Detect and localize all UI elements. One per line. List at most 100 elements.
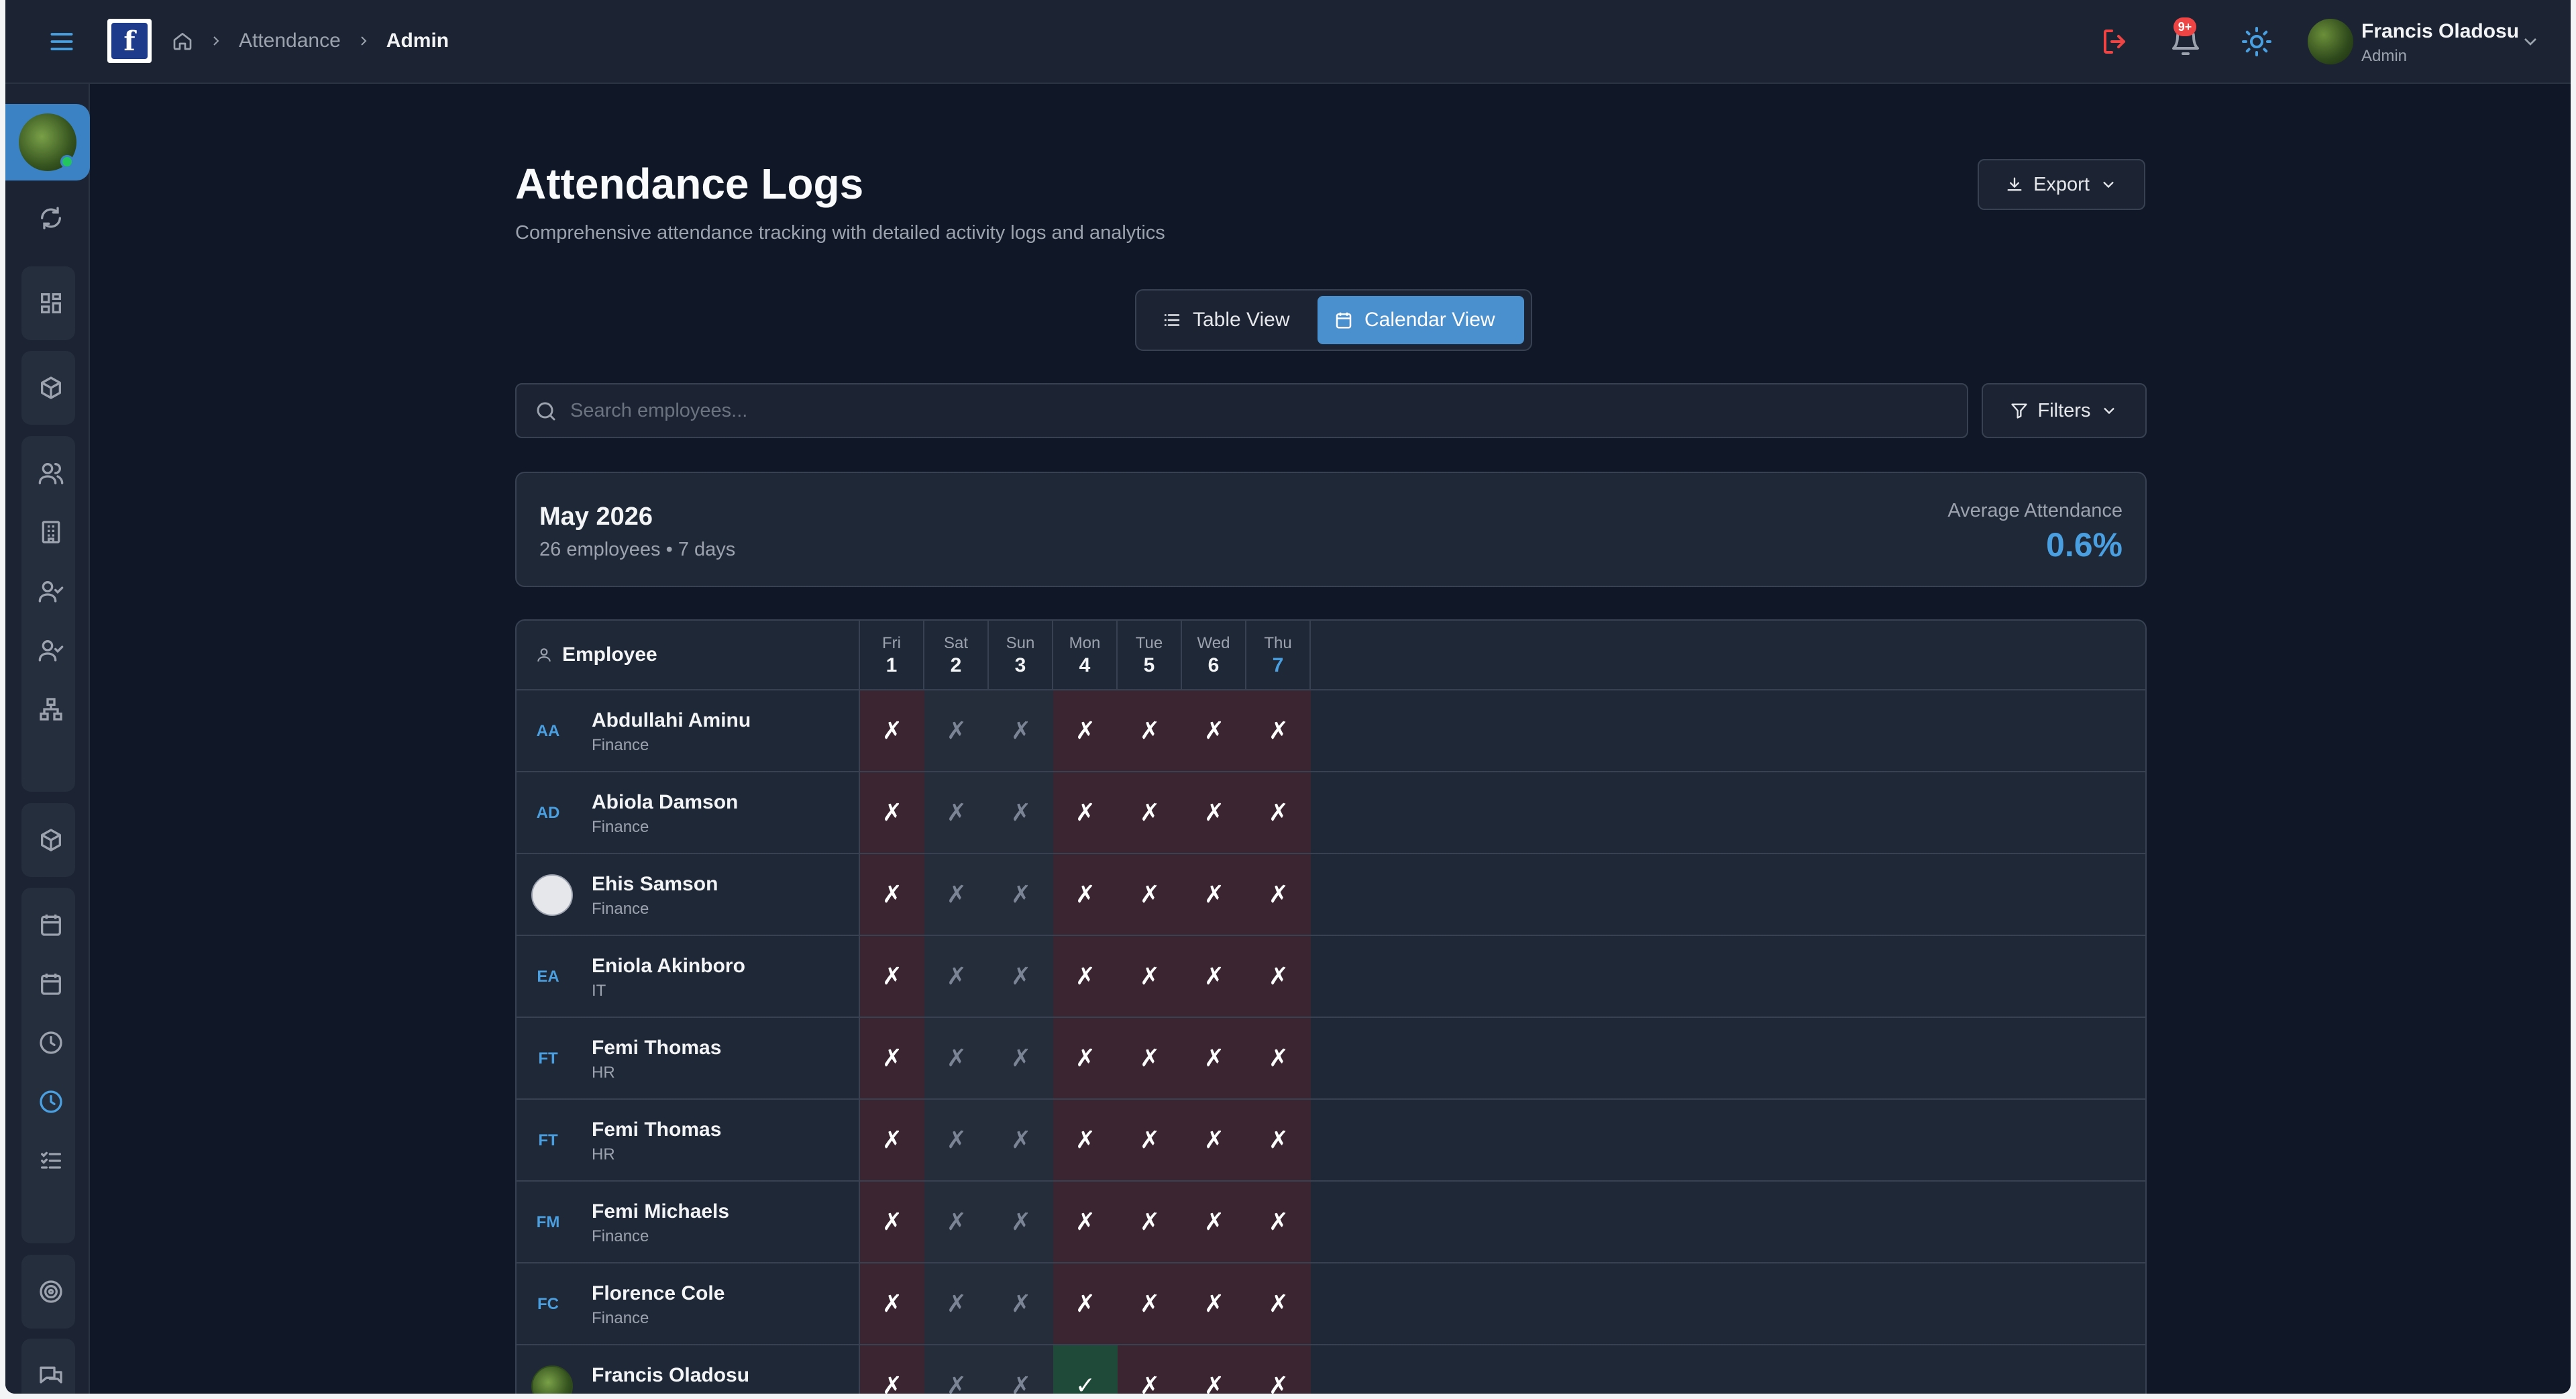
employee-name[interactable]: Femi Thomas [592,1037,721,1059]
app-logo[interactable]: f [107,19,152,63]
day-header[interactable]: Fri 1 [860,621,924,690]
attendance-cell-absent[interactable]: ✗ [1118,1182,1182,1262]
attendance-cell-absent[interactable]: ✗ [860,1182,924,1262]
attendance-cell-absent[interactable]: ✗ [1053,854,1118,935]
attendance-cell-absent[interactable]: ✗ [1053,1100,1118,1180]
breadcrumb-attendance[interactable]: Attendance [239,30,341,52]
attendance-cell-weekend[interactable]: ✗ [989,854,1053,935]
attendance-cell-absent[interactable]: ✗ [860,1018,924,1098]
table-row[interactable]: FC Florence Cole Finance ✗ ✗ ✗ ✗ ✗ ✗ ✗ [517,1263,2145,1345]
table-row[interactable]: EA Eniola Akinboro IT ✗ ✗ ✗ ✗ ✗ ✗ ✗ [517,936,2145,1018]
attendance-cell-absent[interactable]: ✗ [860,936,924,1017]
attendance-cell-weekend[interactable]: ✗ [989,936,1053,1017]
attendance-cell-absent[interactable]: ✗ [860,1100,924,1180]
attendance-cell-absent[interactable]: ✗ [1053,690,1118,771]
attendance-cell-absent[interactable]: ✗ [1053,1263,1118,1344]
attendance-cell-absent[interactable]: ✗ [1246,936,1311,1017]
attendance-cell-weekend[interactable]: ✗ [989,1345,1053,1394]
attendance-cell-absent[interactable]: ✗ [1182,1345,1246,1394]
attendance-cell-weekend[interactable]: ✗ [924,1018,989,1098]
attendance-cell-absent[interactable]: ✗ [860,1345,924,1394]
attendance-cell-absent[interactable]: ✗ [1246,1100,1311,1180]
employee-name[interactable]: Eniola Akinboro [592,955,745,978]
day-header[interactable]: Sat 2 [924,621,989,690]
attendance-cell-weekend[interactable]: ✗ [924,1345,989,1394]
attendance-cell-absent[interactable]: ✗ [1182,1018,1246,1098]
attendance-cell-absent[interactable]: ✗ [1118,690,1182,771]
attendance-cell-weekend[interactable]: ✗ [924,854,989,935]
day-header[interactable]: Sun 3 [989,621,1053,690]
attendance-cell-absent[interactable]: ✗ [1246,1345,1311,1394]
attendance-cell-absent[interactable]: ✗ [1118,1263,1182,1344]
search-input[interactable] [570,384,1952,437]
user-avatar[interactable] [2308,19,2353,64]
attendance-cell-absent[interactable]: ✗ [1053,772,1118,853]
table-row[interactable]: FT Femi Thomas HR ✗ ✗ ✗ ✗ ✗ ✗ ✗ [517,1018,2145,1100]
attendance-cell-absent[interactable]: ✗ [860,1263,924,1344]
calendar-view-button[interactable]: Calendar View [1318,296,1524,344]
employee-name[interactable]: Francis Oladosu [592,1364,749,1387]
attendance-cell-absent[interactable]: ✗ [1246,1263,1311,1344]
attendance-cell-absent[interactable]: ✗ [1182,854,1246,935]
attendance-cell-absent[interactable]: ✗ [860,690,924,771]
table-view-button[interactable]: Table View [1146,296,1306,344]
attendance-cell-absent[interactable]: ✗ [1182,690,1246,771]
attendance-cell-weekend[interactable]: ✗ [989,690,1053,771]
attendance-cell-weekend[interactable]: ✗ [989,1100,1053,1180]
export-button[interactable]: Export [1978,159,2145,210]
attendance-cell-absent[interactable]: ✗ [1182,1182,1246,1262]
table-row[interactable]: FT Femi Thomas HR ✗ ✗ ✗ ✗ ✗ ✗ ✗ [517,1100,2145,1182]
employee-name[interactable]: Ehis Samson [592,873,718,896]
attendance-cell-absent[interactable]: ✗ [1246,1182,1311,1262]
table-row[interactable]: Francis Oladosu ✗ ✗ ✗ ✓ ✗ ✗ ✗ [517,1345,2145,1394]
employee-name[interactable]: Femi Michaels [592,1200,729,1223]
attendance-cell-absent[interactable]: ✗ [1246,690,1311,771]
logout-icon[interactable] [2100,25,2132,58]
employee-column-header[interactable]: Employee [535,643,657,666]
attendance-cell-absent[interactable]: ✗ [1118,936,1182,1017]
attendance-cell-weekend[interactable]: ✗ [924,936,989,1017]
attendance-cell-absent[interactable]: ✗ [1118,1018,1182,1098]
chevron-down-icon[interactable] [2520,31,2541,52]
attendance-cell-present[interactable]: ✓ [1053,1345,1118,1394]
attendance-cell-absent[interactable]: ✗ [1118,1345,1182,1394]
attendance-cell-weekend[interactable]: ✗ [924,772,989,853]
attendance-cell-weekend[interactable]: ✗ [989,1182,1053,1262]
attendance-cell-absent[interactable]: ✗ [1246,772,1311,853]
day-header[interactable]: Wed 6 [1182,621,1246,690]
day-header[interactable]: Tue 5 [1118,621,1182,690]
employee-name[interactable]: Abiola Damson [592,791,738,814]
attendance-cell-absent[interactable]: ✗ [1182,772,1246,853]
day-header[interactable]: Mon 4 [1053,621,1118,690]
attendance-cell-absent[interactable]: ✗ [860,854,924,935]
attendance-cell-absent[interactable]: ✗ [1118,1100,1182,1180]
menu-icon[interactable] [47,27,76,56]
table-row[interactable]: FM Femi Michaels Finance ✗ ✗ ✗ ✗ ✗ ✗ ✗ [517,1182,2145,1263]
employee-name[interactable]: Femi Thomas [592,1119,721,1141]
attendance-cell-absent[interactable]: ✗ [1053,1182,1118,1262]
attendance-cell-absent[interactable]: ✗ [1182,1263,1246,1344]
employee-name[interactable]: Florence Cole [592,1282,724,1305]
attendance-cell-weekend[interactable]: ✗ [989,772,1053,853]
attendance-cell-absent[interactable]: ✗ [1182,1100,1246,1180]
table-row[interactable]: AD Abiola Damson Finance ✗ ✗ ✗ ✗ ✗ ✗ ✗ [517,772,2145,854]
filters-button[interactable]: Filters [1982,383,2147,438]
attendance-cell-absent[interactable]: ✗ [1118,772,1182,853]
table-row[interactable]: AA Abdullahi Aminu Finance ✗ ✗ ✗ ✗ ✗ ✗ ✗ [517,690,2145,772]
attendance-cell-weekend[interactable]: ✗ [924,1100,989,1180]
attendance-cell-absent[interactable]: ✗ [860,772,924,853]
attendance-cell-absent[interactable]: ✗ [1246,1018,1311,1098]
attendance-cell-absent[interactable]: ✗ [1118,854,1182,935]
attendance-cell-absent[interactable]: ✗ [1053,1018,1118,1098]
attendance-cell-weekend[interactable]: ✗ [989,1018,1053,1098]
day-header[interactable]: Thu 7 [1246,621,1311,690]
employee-name[interactable]: Abdullahi Aminu [592,709,751,732]
user-menu[interactable]: Francis Oladosu Admin [2361,20,2519,66]
attendance-cell-absent[interactable]: ✗ [1246,854,1311,935]
home-icon[interactable] [172,30,193,52]
attendance-cell-weekend[interactable]: ✗ [924,1263,989,1344]
sun-icon[interactable] [2241,25,2273,58]
attendance-cell-weekend[interactable]: ✗ [924,1182,989,1262]
table-row[interactable]: Ehis Samson Finance ✗ ✗ ✗ ✗ ✗ ✗ ✗ [517,854,2145,936]
attendance-cell-absent[interactable]: ✗ [1053,936,1118,1017]
